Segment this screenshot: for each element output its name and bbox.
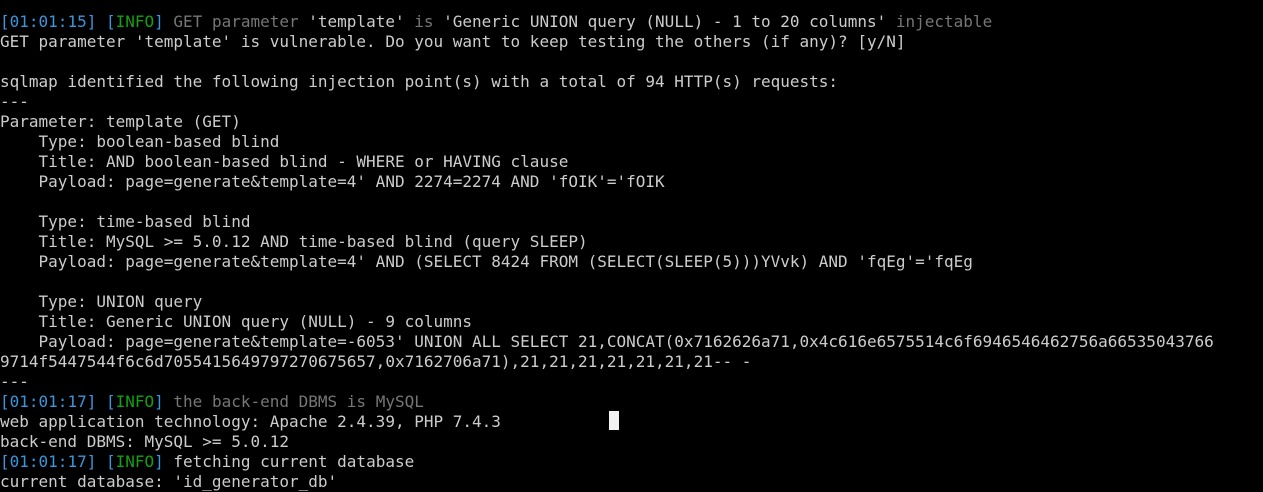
terminal-text: Type: time-based blind xyxy=(0,212,251,231)
log-bracket-text: ] xyxy=(86,452,106,471)
terminal-text: GET parameter 'template' is vulnerable. … xyxy=(0,32,906,51)
terminal-line: GET parameter 'template' is vulnerable. … xyxy=(0,32,1263,52)
terminal-line: --- xyxy=(0,92,1263,112)
terminal-text: current database: 'id_generator_db' xyxy=(0,472,338,491)
terminal-text: fetching current database xyxy=(173,452,415,471)
terminal-text: back-end DBMS: MySQL >= 5.0.12 xyxy=(0,432,289,451)
terminal-text: injectable xyxy=(886,12,993,31)
terminal-text: Parameter: template (GET) xyxy=(0,112,241,131)
terminal-line: Title: Generic UNION query (NULL) - 9 co… xyxy=(0,312,1263,332)
terminal-line: Payload: page=generate&template=4' AND (… xyxy=(0,252,1263,272)
terminal-line: [01:01:17] [INFO] fetching current datab… xyxy=(0,452,1263,472)
log-bracket-text: ] xyxy=(86,12,106,31)
terminal-line: Parameter: template (GET) xyxy=(0,112,1263,132)
terminal-line: sqlmap identified the following injectio… xyxy=(0,72,1263,92)
terminal-text: sqlmap identified the following injectio… xyxy=(0,72,839,91)
terminal-line: Title: AND boolean-based blind - WHERE o… xyxy=(0,152,1263,172)
log-bracket-text: [ xyxy=(105,392,116,411)
log-bracket-text: [ xyxy=(0,12,10,31)
terminal-text: the back-end DBMS is MySQL xyxy=(173,392,424,411)
log-level-tag: INFO xyxy=(115,12,155,31)
terminal-text: --- xyxy=(0,92,29,111)
terminal-line: Title: MySQL >= 5.0.12 AND time-based bl… xyxy=(0,232,1263,252)
text-cursor xyxy=(609,411,619,430)
terminal-text: Type: UNION query xyxy=(0,292,203,311)
log-bracket-text: 01:01:17 xyxy=(9,392,87,411)
terminal-text: --- xyxy=(0,372,29,391)
terminal-line: web application technology: Apache 2.4.3… xyxy=(0,412,1263,432)
terminal-text: web application technology: Apache 2.4.3… xyxy=(0,412,501,431)
terminal-line: Type: time-based blind xyxy=(0,212,1263,232)
log-bracket-text: ] xyxy=(154,452,174,471)
terminal-line: Type: UNION query xyxy=(0,292,1263,312)
terminal-text: Payload: page=generate&template=-6053' U… xyxy=(0,332,1214,351)
log-bracket-text: 01:01:15 xyxy=(9,12,87,31)
terminal-text: 'Generic UNION query (NULL) - 1 to 20 co… xyxy=(443,12,887,31)
terminal-line: current database: 'id_generator_db' xyxy=(0,472,1263,492)
terminal-line: Type: boolean-based blind xyxy=(0,132,1263,152)
log-level-tag: INFO xyxy=(115,392,155,411)
terminal-line: --- xyxy=(0,372,1263,392)
terminal-text: 9714f5447544f6c6d7055415649797270675657,… xyxy=(0,352,752,371)
terminal-text: Title: MySQL >= 5.0.12 AND time-based bl… xyxy=(0,232,588,251)
terminal-text: Payload: page=generate&template=4' AND (… xyxy=(0,252,973,271)
terminal-text: Title: AND boolean-based blind - WHERE o… xyxy=(0,152,569,171)
terminal-line: [01:01:15] [INFO] GET parameter 'templat… xyxy=(0,12,1263,32)
log-bracket-text: [ xyxy=(0,452,10,471)
terminal-text: is xyxy=(404,12,444,31)
terminal-line: Payload: page=generate&template=-6053' U… xyxy=(0,332,1263,352)
log-bracket-text: [ xyxy=(105,452,116,471)
terminal-line: back-end DBMS: MySQL >= 5.0.12 xyxy=(0,432,1263,452)
log-bracket-text: [ xyxy=(105,12,116,31)
terminal-text: GET parameter xyxy=(173,12,309,31)
terminal-line: [01:01:17] [INFO] the back-end DBMS is M… xyxy=(0,392,1263,412)
log-bracket-text: ] xyxy=(86,392,106,411)
terminal-line: 9714f5447544f6c6d7055415649797270675657,… xyxy=(0,352,1263,372)
log-level-tag: INFO xyxy=(115,452,155,471)
terminal-text: Payload: page=generate&template=4' AND 2… xyxy=(0,172,665,191)
log-bracket-text: ] xyxy=(154,12,174,31)
terminal-text: 'template' xyxy=(308,12,405,31)
terminal-line: Payload: page=generate&template=4' AND 2… xyxy=(0,172,1263,192)
terminal-text: Title: Generic UNION query (NULL) - 9 co… xyxy=(0,312,473,331)
log-bracket-text: [ xyxy=(0,392,10,411)
log-bracket-text: ] xyxy=(154,392,174,411)
terminal-text: Type: boolean-based blind xyxy=(0,132,280,151)
terminal-output[interactable]: [01:01:15] [INFO] GET parameter 'templat… xyxy=(0,0,1263,492)
log-bracket-text: 01:01:17 xyxy=(9,452,87,471)
